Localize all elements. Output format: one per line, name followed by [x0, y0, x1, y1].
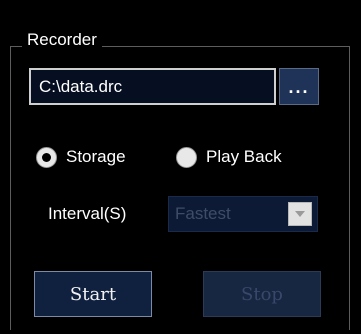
recorder-title: Recorder — [22, 29, 102, 51]
start-button[interactable]: Start — [34, 271, 152, 317]
playback-radio[interactable]: Play Back — [176, 146, 282, 168]
storage-radio-label: Storage — [66, 147, 126, 166]
dropdown-arrow-icon[interactable] — [288, 202, 312, 226]
radio-selected-icon — [36, 146, 57, 168]
file-path-input[interactable] — [29, 68, 276, 105]
stop-button[interactable]: Stop — [203, 271, 321, 317]
storage-radio[interactable]: Storage — [36, 146, 126, 168]
interval-select[interactable]: Fastest — [168, 196, 318, 232]
interval-label: Interval(S) — [48, 204, 127, 223]
playback-radio-label: Play Back — [206, 147, 282, 166]
browse-button[interactable]: ... — [279, 68, 319, 105]
interval-select-value: Fastest — [175, 204, 231, 223]
radio-unselected-icon — [176, 146, 197, 168]
